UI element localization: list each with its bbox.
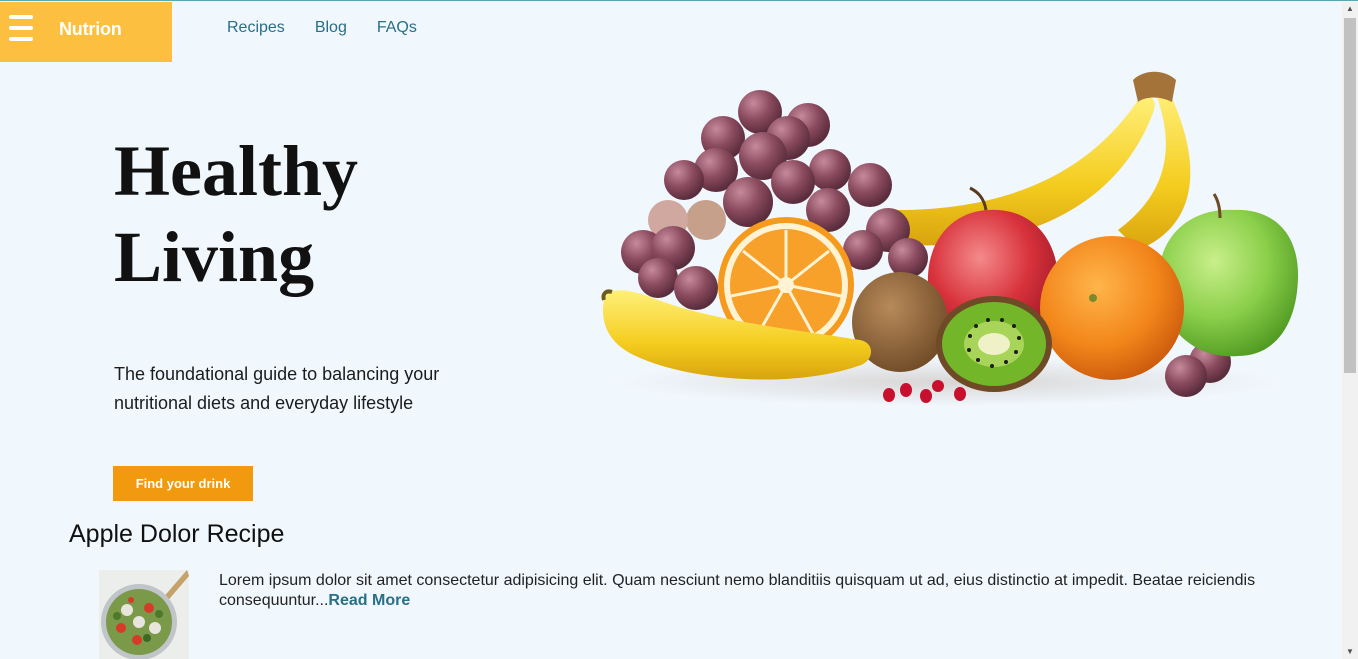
recipe-excerpt: Lorem ipsum dolor sit amet consectetur a…	[219, 571, 1279, 611]
fruits-illustration	[601, 71, 1298, 406]
hero-subtitle: The foundational guide to balancing your…	[114, 364, 440, 413]
scroll-up-arrow-icon[interactable]: ▲	[1342, 2, 1358, 16]
brand-block: Nutrion	[0, 2, 172, 62]
recipe-title[interactable]: Apple Dolor Recipe	[69, 520, 284, 549]
nav-link-recipes[interactable]: Recipes	[227, 19, 285, 37]
vertical-scrollbar[interactable]: ▲ ▼	[1342, 2, 1358, 659]
hero-title-line-1: Healthy	[114, 131, 358, 211]
nav-link-faqs[interactable]: FAQs	[377, 19, 417, 37]
recipe-thumbnail-salad-image[interactable]	[99, 570, 189, 659]
hero-title-line-2: Living	[114, 217, 315, 297]
scrollbar-thumb[interactable]	[1344, 18, 1356, 373]
top-border-line	[0, 0, 1358, 1]
hero-title: Healthy Living	[114, 128, 474, 300]
find-your-drink-button[interactable]: Find your drink	[113, 466, 253, 501]
brand-logo-text[interactable]: Nutrion	[59, 19, 122, 40]
main-nav: Recipes Blog FAQs	[227, 19, 417, 37]
scroll-down-arrow-icon[interactable]: ▼	[1342, 645, 1358, 659]
nav-link-blog[interactable]: Blog	[315, 19, 347, 37]
hamburger-menu-icon[interactable]	[9, 15, 33, 43]
read-more-link[interactable]: Read More	[328, 592, 410, 609]
